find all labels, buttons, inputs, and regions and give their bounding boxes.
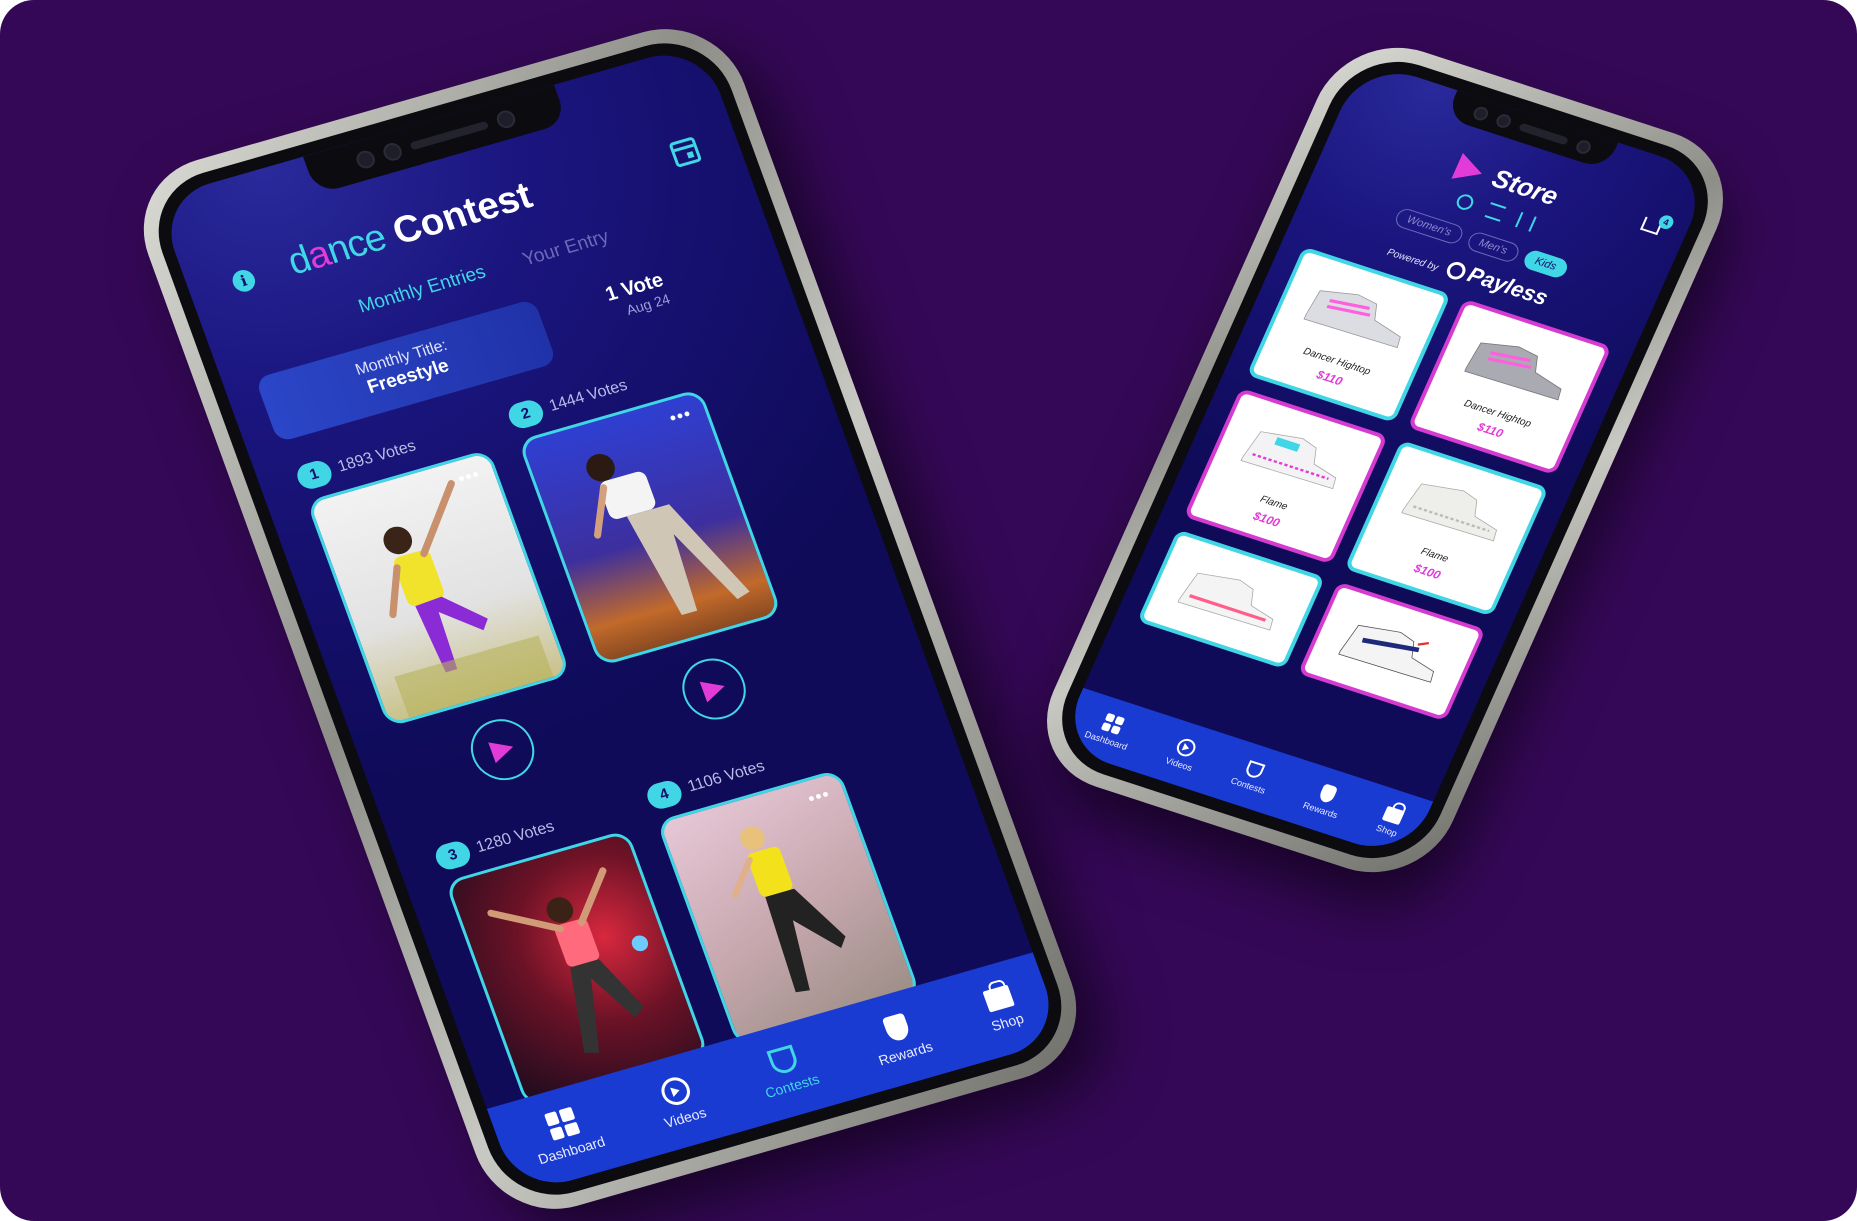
info-icon[interactable]: i [229, 267, 259, 295]
payless-logo-icon [1443, 259, 1469, 282]
nav-label: Dashboard [535, 1133, 608, 1168]
trophy-icon [1244, 760, 1266, 780]
vote-button[interactable] [462, 711, 543, 788]
vote-total: 1893 Votes [335, 437, 419, 476]
nav-videos[interactable]: Videos [650, 1072, 708, 1131]
camera [353, 148, 378, 171]
nav-shop[interactable]: Shop [1375, 805, 1407, 838]
nav-label: Dashboard [1083, 729, 1130, 752]
dance-logo: dance [282, 217, 391, 284]
speaker [1517, 122, 1569, 146]
nav-dashboard[interactable]: Dashboard [1083, 709, 1138, 752]
rank-badge: 2 [505, 397, 547, 432]
nav-label: Rewards [1301, 800, 1340, 821]
powered-by-label: Powered by [1385, 247, 1440, 274]
vote-total: 1444 Votes [546, 376, 630, 415]
product-card[interactable]: Flame $100 [1344, 440, 1549, 617]
nav-rewards[interactable]: Rewards [865, 1008, 935, 1069]
search-icon[interactable] [1454, 192, 1476, 212]
logo-part: nce [321, 216, 392, 273]
vote-total: 1280 Votes [473, 818, 557, 857]
vote-total: 1106 Votes [685, 757, 768, 796]
product-card[interactable]: Dancer Hightop $110 [1407, 298, 1612, 476]
nav-label: Videos [1163, 755, 1194, 774]
nav-contests[interactable]: Contests [752, 1041, 822, 1102]
contest-screen: i dance Contest Monthly Entries Your Ent… [155, 42, 1065, 1196]
title-text: Contest [387, 174, 538, 254]
entry-video-thumbnail[interactable]: ••• [305, 448, 571, 728]
product-grid: Dancer Hightop $110 Dancer Hightop $110 … [1136, 246, 1612, 722]
front-camera [493, 108, 518, 131]
speaker [409, 120, 489, 151]
filter-icon[interactable] [1514, 212, 1537, 232]
nav-shop[interactable]: Shop [979, 984, 1026, 1034]
phone-bezel: i dance Contest Monthly Entries Your Ent… [139, 27, 1081, 1211]
nav-dashboard[interactable]: Dashboard [524, 1101, 607, 1167]
store-screen: Store 4 Women's Men's Kids Powered by Pa… [1057, 59, 1713, 861]
nav-label: Shop [1374, 822, 1399, 839]
shoe-image [1337, 624, 1434, 683]
brand-logo-icon [1451, 153, 1488, 187]
front-camera [1573, 138, 1593, 156]
vote-play-icon [699, 675, 729, 703]
nav-contests[interactable]: Contests [1229, 757, 1275, 796]
sensor [1493, 112, 1513, 130]
play-icon [670, 1085, 682, 1098]
grid-cell [563, 1121, 581, 1137]
nav-label: Videos [661, 1104, 709, 1131]
rank-badge: 4 [643, 777, 686, 812]
grid-cell [1114, 716, 1126, 726]
grid-cell [558, 1106, 575, 1122]
nav-label: Contests [1229, 775, 1268, 796]
phone-bezel: Store 4 Women's Men's Kids Powered by Pa… [1040, 44, 1730, 876]
dashboard-icon [543, 1106, 581, 1141]
nav-label: Shop [988, 1010, 1026, 1035]
sort-icon[interactable] [1484, 202, 1507, 222]
shopping-bag-icon [1381, 805, 1406, 825]
vote-play-icon [488, 736, 517, 764]
trophy-icon [765, 1044, 800, 1077]
shield-icon [881, 1012, 912, 1044]
nav-label: Rewards [876, 1038, 935, 1069]
bottom-nav: Dashboard Videos Contests Rewards Shop [1057, 687, 1434, 861]
nav-label: Contests [762, 1070, 822, 1102]
vote-summary: 1 Vote Aug 24 [572, 269, 673, 331]
nav-rewards[interactable]: Rewards [1301, 780, 1348, 820]
chip-mens[interactable]: Men's [1464, 229, 1522, 265]
grid-cell [1110, 725, 1122, 736]
calendar-icon[interactable] [668, 136, 703, 168]
videos-icon [1173, 736, 1199, 759]
videos-icon [657, 1074, 694, 1109]
shopping-bag-icon [982, 984, 1016, 1013]
rank-badge: 1 [293, 457, 336, 492]
nav-videos[interactable]: Videos [1164, 735, 1203, 773]
canvas: i dance Contest Monthly Entries Your Ent… [0, 0, 1857, 1221]
contest-phone: i dance Contest Monthly Entries Your Ent… [121, 10, 1099, 1221]
rank-badge: 3 [432, 838, 474, 873]
dashboard-icon [1101, 712, 1126, 736]
grid-cell [548, 1125, 566, 1141]
play-icon [1181, 743, 1191, 753]
shoe-image [1177, 572, 1273, 631]
chip-kids[interactable]: Kids [1520, 248, 1571, 280]
shield-icon [1317, 783, 1339, 805]
dancer-image [383, 480, 556, 724]
camera [1470, 104, 1490, 123]
grid-cell [543, 1111, 560, 1127]
store-phone: Store 4 Women's Men's Kids Powered by Pa… [1021, 27, 1749, 893]
sensor [380, 140, 404, 163]
vote-button[interactable] [673, 651, 755, 727]
